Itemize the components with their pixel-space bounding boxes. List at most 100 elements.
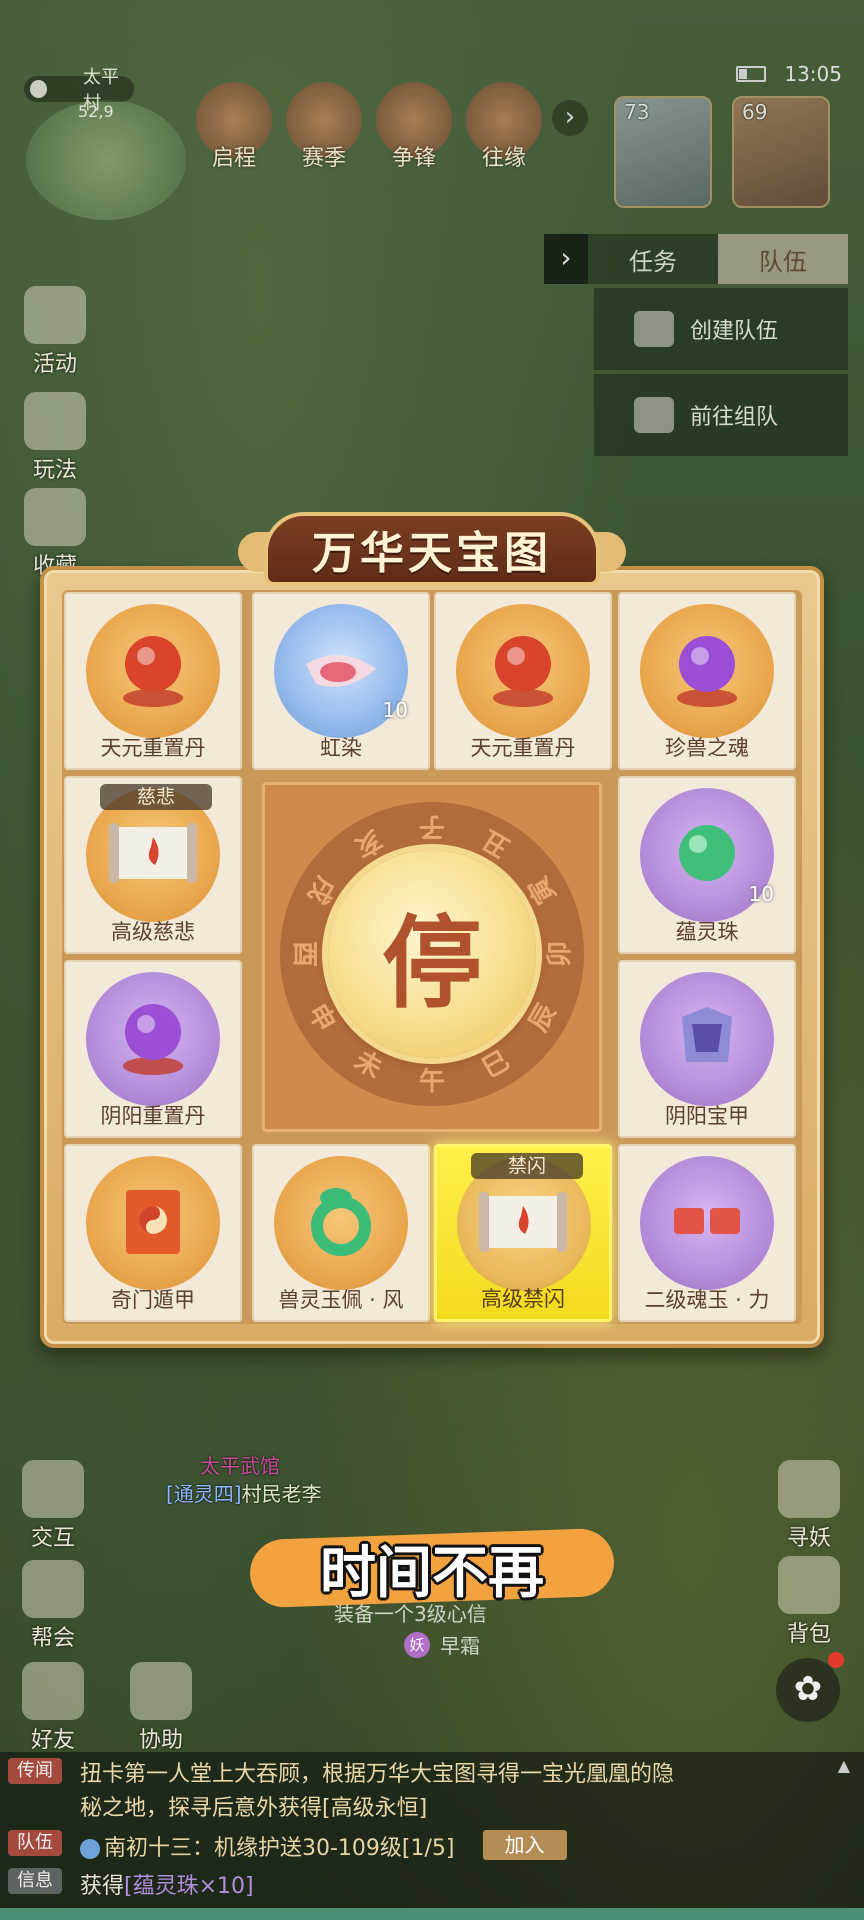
fox-icon [778, 1460, 840, 1518]
item-name: 二级魂玉 · 力 [644, 1288, 770, 1312]
create-team-label: 创建队伍 [690, 319, 779, 344]
player-name: 早霜 [440, 1634, 480, 1658]
stop-label: 停 [382, 903, 482, 1022]
tab-team[interactable]: 队伍 [718, 234, 848, 284]
find-team-button[interactable]: 前往组队 [594, 374, 848, 456]
pet-level: 73 [624, 100, 650, 124]
prize-slot[interactable]: 天元重置丹 [64, 592, 242, 770]
zodiac-char: 申 [301, 999, 341, 1037]
minimap-location: 太平村 [24, 67, 134, 114]
side-menu-label: 交互 [30, 1526, 75, 1551]
flag-icon [634, 311, 674, 347]
zodiac-char: 辰 [523, 999, 563, 1037]
item-count: 10 [382, 698, 408, 722]
prize-slot[interactable]: 二级魂玉 · 力 [618, 1144, 796, 1322]
chat-text: 南初十三：机缘护送30-109级[1/5] [80, 1830, 455, 1862]
battery-icon [736, 66, 767, 82]
zodiac-char: 酉 [289, 940, 319, 967]
top-menu-zhengfeng[interactable]: 争锋 [374, 140, 454, 172]
skill-wheel-button[interactable]: ✿ [776, 1658, 840, 1722]
dye-icon [296, 624, 386, 718]
banner-body: 万华天宝图 [264, 512, 600, 586]
npc-title: 太平武馆 [200, 1454, 280, 1478]
side-menu-interact[interactable]: 交互 [8, 1460, 98, 1552]
chat-text-part: 南初十三：机缘护送30-109级[1/5] [104, 1836, 455, 1861]
item-name: 珍兽之魂 [665, 736, 749, 760]
item-name: 高级慈悲 [111, 920, 195, 944]
zodiac-char: 未 [349, 1045, 387, 1085]
channel-tag: 传闻 [8, 1758, 62, 1784]
side-menu-bag[interactable]: 背包 [764, 1556, 854, 1648]
collapse-panel-button[interactable]: › [544, 234, 588, 284]
channel-tag: 信息 [8, 1868, 62, 1894]
purple-orb-icon [662, 624, 752, 718]
scroll-icon [473, 1182, 573, 1266]
map-coordinates: 52,9 [78, 102, 114, 121]
side-menu-gameplay[interactable]: 玩法 [10, 392, 100, 484]
prize-slot[interactable]: 阴阳宝甲 [618, 960, 796, 1138]
create-team-button[interactable]: 创建队伍 [594, 288, 848, 370]
top-menu-saiji[interactable]: 赛季 [284, 140, 364, 172]
chat-sender: 扭卡第一人 [80, 1762, 191, 1787]
stop-button[interactable]: 停 [328, 850, 536, 1058]
item-name: 高级禁闪 [481, 1287, 565, 1311]
player-level: 69 [742, 100, 768, 124]
prize-slot[interactable]: 10 蕴灵珠 [618, 776, 796, 954]
item-name: 天元重置丹 [470, 736, 576, 760]
side-menu-label: 协助 [138, 1728, 183, 1753]
chevron-up-icon[interactable]: ▲ [838, 1756, 850, 1775]
zodiac-char: 戌 [301, 871, 341, 909]
side-menu-label: 好友 [30, 1728, 75, 1753]
prize-slot[interactable]: 慈悲 高级慈悲 [64, 776, 242, 954]
quest-hint: 装备一个3级心信 [334, 1602, 487, 1626]
item-link[interactable]: [蕴灵珠×10] [124, 1874, 254, 1899]
side-menu-friends[interactable]: 好友 [8, 1662, 98, 1754]
side-menu-label: 活动 [32, 352, 77, 377]
item-name: 虹染 [320, 736, 362, 760]
chat-text: 扭卡第一人堂上大吞顾，根据万华大宝图寻得一宝光凰凰的隐 秘之地，探寻后意外获得[高… [80, 1758, 820, 1826]
player-portrait[interactable]: 69 [732, 96, 830, 208]
scroll-book-icon [24, 392, 86, 450]
prize-slot[interactable]: 兽灵玉佩 · 风 [252, 1144, 430, 1322]
purple-orb-icon [108, 992, 198, 1086]
zodiac-char: 午 [418, 1067, 445, 1097]
zodiac-char: 子 [419, 811, 446, 841]
demon-badge-icon: 妖 [404, 1631, 430, 1658]
prize-slot[interactable]: 奇门遁甲 [64, 1144, 242, 1322]
side-menu-guild[interactable]: 帮会 [8, 1560, 98, 1652]
lottery-title: 万华天宝图 [312, 528, 552, 579]
prize-slot[interactable]: 天元重置丹 [434, 592, 612, 770]
prize-slot[interactable]: 阴阳重置丹 [64, 960, 242, 1138]
item-name: 阴阳重置丹 [100, 1104, 206, 1128]
item-tag: 慈悲 [100, 784, 212, 810]
tab-tasks[interactable]: 任务 [588, 234, 718, 284]
prize-slot[interactable]: 10 虹染 [252, 592, 430, 770]
friends-icon [22, 1662, 84, 1720]
pet-portrait[interactable]: 73 [614, 96, 712, 208]
red-orb-icon [108, 624, 198, 718]
prize-slot[interactable]: 禁闪 高级禁闪 [434, 1144, 612, 1322]
wheel-center: 子 丑寅卯辰巳午 未申 酉 戌亥 停 [262, 782, 602, 1132]
chat-line-info: 信息 获得[蕴灵珠×10] [8, 1868, 254, 1900]
task-team-tabs: 任务 队伍 [544, 234, 848, 284]
add-user-icon [634, 397, 674, 433]
user-avatar-icon [80, 1839, 100, 1859]
chevron-right-icon[interactable]: › [552, 100, 588, 136]
prize-slot[interactable]: 珍兽之魂 [618, 592, 796, 770]
item-name: 天元重置丹 [100, 736, 206, 760]
top-menu-wangyuan[interactable]: 往缘 [464, 140, 544, 172]
npc-name-text: 村民老李 [241, 1482, 322, 1506]
side-menu-activity[interactable]: 活动 [10, 286, 100, 378]
top-menu-qicheng[interactable]: 启程 [194, 140, 274, 172]
zodiac-char: 卯 [545, 941, 575, 968]
item-name: 奇门遁甲 [111, 1288, 195, 1312]
item-name: 阴阳宝甲 [665, 1104, 749, 1128]
join-button[interactable]: 加入 [482, 1830, 567, 1860]
npc-name[interactable]: [通灵四]村民老李 [166, 1478, 322, 1507]
globe-icon [30, 80, 47, 98]
side-menu-hunt[interactable]: 寻妖 [764, 1460, 854, 1552]
lottery-title-banner: 万华天宝图 [238, 496, 626, 596]
jade-dragon-icon [296, 1176, 386, 1270]
side-menu-assist[interactable]: 协助 [116, 1662, 206, 1754]
item-name: 兽灵玉佩 · 风 [278, 1288, 404, 1312]
